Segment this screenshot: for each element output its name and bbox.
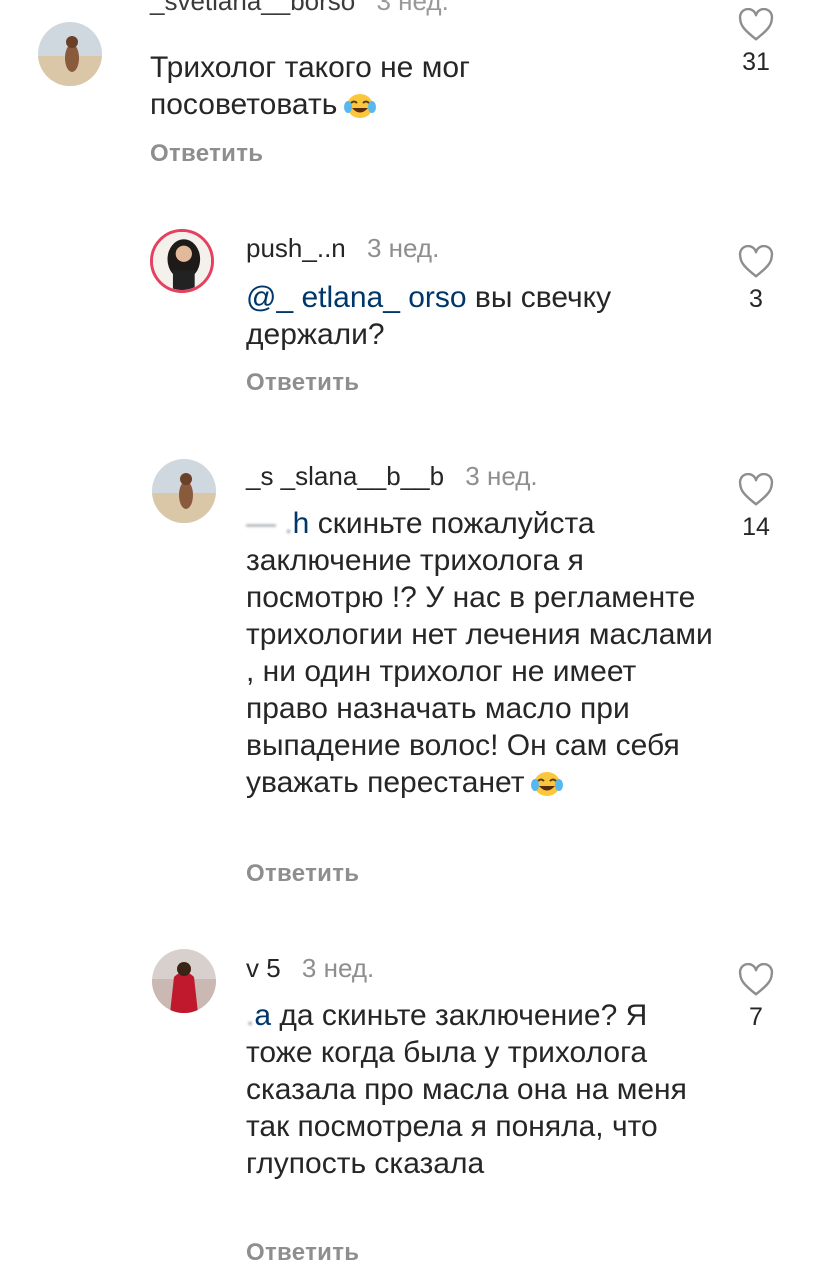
comment-text: Трихолог такого не мог посоветовать [150,49,620,129]
mention-link[interactable]: @_ etlana_ orso [246,281,467,314]
username[interactable]: push_..n [246,233,346,263]
like-count: 14 [742,513,770,541]
comment-text: @_ etlana_ orso вы свечку держали? [246,279,716,353]
like-count: 3 [749,285,763,313]
heart-outline-icon[interactable] [738,8,774,42]
like-block: 14 [730,473,782,542]
reply-button[interactable]: Ответить [246,369,359,397]
comments-screen: _svetlana__borso 3 нед. Трихолог такого … [0,0,820,1280]
comment-body: скиньте пожалуйста заключение трихолога … [246,507,713,799]
mention-redacted: . [246,999,255,1032]
comment-time: 3 нед. [465,461,538,491]
comment-body: да скиньте заключение? Я тоже когда была… [246,999,687,1180]
laughing-tears-emoji-icon [343,90,377,129]
comment-meta: push_..n 3 нед. [246,233,439,264]
avatar[interactable] [152,949,216,1013]
comment-meta: _s _slana__b__b 3 нед. [246,461,538,492]
like-count: 31 [742,48,770,76]
mention-redacted: — . [246,507,293,540]
comment-meta: v 5 3 нед. [246,953,374,984]
comment-text: — . h скиньте пожалуйста заключение трих… [246,505,716,807]
comment-time: 3 нед. [301,953,375,983]
mention-link[interactable]: а [254,999,271,1032]
like-block: 7 [730,963,782,1032]
like-count: 7 [749,1003,763,1031]
comment-body: Трихолог такого не мог посоветовать [150,51,470,121]
heart-outline-icon[interactable] [738,963,774,997]
comment-time: 3 нед. [366,233,440,263]
username[interactable]: v 5 [246,953,281,983]
comment-meta: _svetlana__borso 3 нед. [150,0,449,17]
username[interactable]: _svetlana__borso [150,0,355,16]
like-block: 31 [730,8,782,77]
reply-button[interactable]: Ответить [150,140,263,168]
avatar[interactable] [150,229,214,293]
reply-button[interactable]: Ответить [246,860,359,888]
comment-time: 3 нед. [376,0,449,16]
username[interactable]: _s _slana__b__b [246,461,444,491]
comment-text: . а да скиньте заключение? Я тоже когда … [246,997,716,1182]
avatar[interactable] [152,459,216,523]
reply-button[interactable]: Ответить [246,1239,359,1267]
heart-outline-icon[interactable] [738,245,774,279]
heart-outline-icon[interactable] [738,473,774,507]
laughing-tears-emoji-icon [530,768,564,807]
avatar[interactable] [38,22,102,86]
mention-link[interactable]: h [293,507,310,540]
like-block: 3 [730,245,782,314]
